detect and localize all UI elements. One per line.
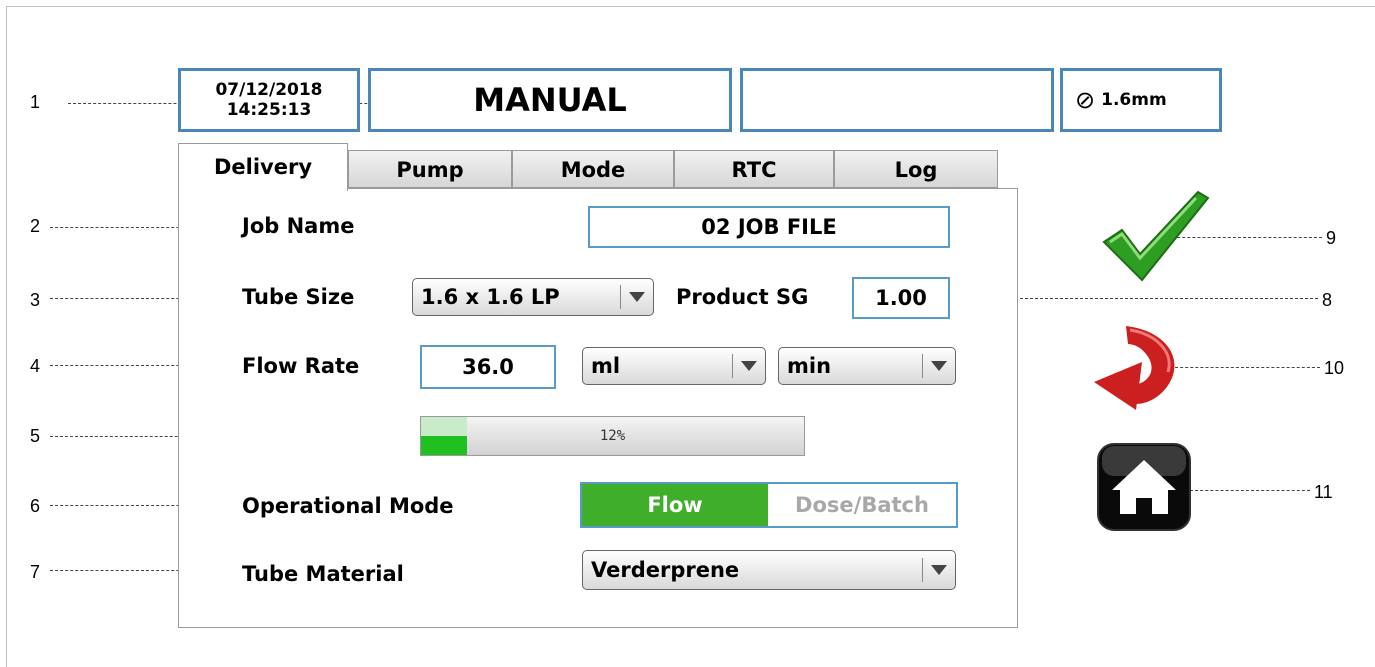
job-name-field[interactable]: 02 JOB FILE (588, 206, 950, 248)
tube-material-select[interactable]: Verderprene (582, 550, 956, 590)
tube-size-text: 1.6mm (1101, 90, 1167, 110)
product-sg-label: Product SG (676, 285, 809, 309)
dropdown-arrow-icon (620, 285, 649, 309)
tab-mode[interactable]: Mode (512, 150, 674, 188)
callout-7: 7 (30, 562, 41, 582)
home-icon[interactable] (1096, 442, 1192, 532)
callout-6: 6 (30, 496, 41, 516)
tab-delivery[interactable]: Delivery (178, 143, 348, 191)
flow-time-unit-select[interactable]: min (778, 347, 956, 385)
flow-rate-field[interactable]: 36.0 (420, 345, 556, 389)
mode-dose-batch-button[interactable]: Dose/Batch (768, 484, 956, 526)
tube-material-value: Verderprene (591, 558, 740, 582)
callout-3: 3 (30, 290, 41, 310)
info-display (740, 68, 1054, 132)
mode-flow-button[interactable]: Flow (582, 484, 768, 526)
callout-1: 1 (30, 92, 41, 112)
dropdown-arrow-icon (922, 354, 951, 378)
callout-9: 9 (1326, 228, 1337, 248)
check-icon[interactable] (1100, 188, 1210, 284)
return-arrow-icon[interactable] (1090, 322, 1186, 412)
time-text: 14:25:13 (226, 100, 312, 120)
flow-unit-select[interactable]: ml (582, 347, 766, 385)
tube-size-display: ⊘ 1.6mm (1060, 68, 1222, 132)
dropdown-arrow-icon (732, 354, 761, 378)
progress-text: 12% (599, 428, 626, 444)
callout-4: 4 (30, 356, 41, 376)
mode-display: MANUAL (368, 68, 732, 132)
callout-10: 10 (1324, 358, 1345, 378)
tab-log[interactable]: Log (834, 150, 998, 188)
tab-rtc[interactable]: RTC (674, 150, 834, 188)
flow-time-unit-value: min (787, 354, 832, 378)
operational-mode-toggle: Flow Dose/Batch (580, 482, 958, 528)
callout-line-10 (1170, 367, 1320, 368)
tube-size-value: 1.6 x 1.6 LP (421, 285, 560, 309)
date-text: 07/12/2018 (215, 80, 323, 100)
callout-8: 8 (1322, 290, 1333, 310)
product-sg-field[interactable]: 1.00 (852, 277, 950, 319)
tube-size-select[interactable]: 1.6 x 1.6 LP (412, 278, 654, 316)
diameter-icon: ⊘ (1075, 86, 1096, 114)
tab-pump[interactable]: Pump (348, 150, 512, 188)
callout-line-11 (1190, 490, 1310, 491)
flow-rate-label: Flow Rate (242, 354, 360, 378)
job-name-label: Job Name (242, 214, 355, 238)
datetime-display: 07/12/2018 14:25:13 (178, 68, 360, 132)
callout-11: 11 (1314, 482, 1333, 502)
tube-size-label: Tube Size (242, 285, 355, 309)
flow-unit-value: ml (591, 354, 621, 378)
flow-progress-bar: 12% (420, 416, 805, 456)
tube-material-label: Tube Material (242, 562, 404, 586)
operational-mode-label: Operational Mode (242, 494, 454, 518)
callout-5: 5 (30, 426, 41, 446)
dropdown-arrow-icon (922, 558, 951, 582)
callout-2: 2 (30, 216, 41, 236)
